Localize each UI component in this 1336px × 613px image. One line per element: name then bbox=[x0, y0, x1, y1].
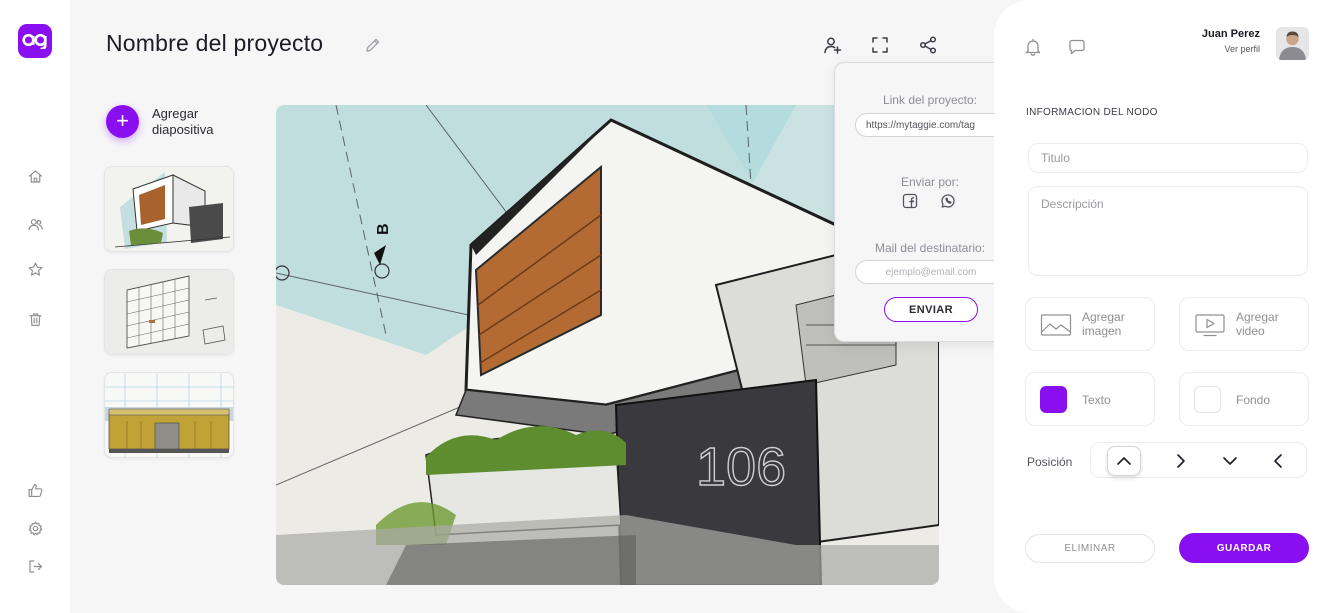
add-image-button[interactable]: Agregar imagen bbox=[1025, 297, 1155, 351]
add-user-icon[interactable] bbox=[820, 33, 844, 57]
left-sidebar bbox=[0, 0, 70, 613]
avatar[interactable] bbox=[1276, 27, 1309, 60]
home-icon[interactable] bbox=[25, 166, 45, 186]
gear-icon[interactable] bbox=[25, 518, 45, 538]
chat-icon[interactable] bbox=[1067, 37, 1089, 59]
fullscreen-icon[interactable] bbox=[868, 33, 892, 57]
node-description-field[interactable] bbox=[1028, 186, 1308, 276]
share-icon[interactable] bbox=[916, 33, 940, 57]
text-color-picker[interactable]: Texto bbox=[1025, 372, 1155, 426]
slide-thumbnail-1[interactable] bbox=[104, 166, 234, 252]
whatsapp-icon[interactable] bbox=[939, 192, 957, 210]
position-left-button[interactable] bbox=[1261, 446, 1295, 476]
logout-icon[interactable] bbox=[25, 556, 45, 576]
text-color-label: Texto bbox=[1082, 393, 1111, 407]
position-label: Posición bbox=[1027, 455, 1073, 469]
bell-icon[interactable] bbox=[1023, 37, 1045, 59]
save-button[interactable]: GUARDAR bbox=[1179, 533, 1309, 563]
send-button[interactable]: ENVIAR bbox=[884, 297, 978, 322]
thumbs-up-icon[interactable] bbox=[25, 480, 45, 500]
chevron-left-icon bbox=[1274, 454, 1282, 468]
position-right-button[interactable] bbox=[1164, 446, 1198, 476]
background-color-swatch bbox=[1194, 386, 1221, 413]
delete-button[interactable]: ELIMINAR bbox=[1025, 534, 1155, 563]
slide-thumbnail-3[interactable] bbox=[104, 372, 234, 458]
page-title: Nombre del proyecto bbox=[106, 30, 324, 56]
trash-icon[interactable] bbox=[25, 309, 45, 329]
background-color-label: Fondo bbox=[1236, 393, 1271, 407]
node-info-title: INFORMACION DEL NODO bbox=[1026, 107, 1158, 118]
chevron-up-icon bbox=[1117, 457, 1131, 465]
add-video-button[interactable]: Agregar video bbox=[1179, 297, 1309, 351]
facebook-icon[interactable] bbox=[901, 192, 919, 210]
app-logo[interactable] bbox=[18, 24, 52, 58]
node-title-field[interactable] bbox=[1028, 143, 1308, 173]
view-profile-link[interactable]: Ver perfil bbox=[1170, 44, 1260, 54]
edit-title-icon[interactable] bbox=[364, 36, 382, 54]
slide-thumbnail-2[interactable] bbox=[104, 269, 234, 355]
users-icon[interactable] bbox=[25, 214, 45, 234]
user-name: Juan Perez bbox=[1201, 28, 1260, 40]
chevron-down-icon bbox=[1223, 457, 1237, 465]
svg-text:106: 106 bbox=[696, 437, 786, 497]
video-icon bbox=[1194, 312, 1226, 338]
add-slide-button[interactable]: + bbox=[106, 105, 139, 138]
recipient-email-field[interactable] bbox=[855, 260, 1007, 284]
text-color-swatch bbox=[1040, 386, 1067, 413]
add-slide-label[interactable]: Agregar diapositiva bbox=[152, 106, 252, 138]
background-color-picker[interactable]: Fondo bbox=[1179, 372, 1309, 426]
image-icon bbox=[1040, 312, 1072, 338]
svg-text:B: B bbox=[375, 223, 392, 235]
project-link-field[interactable] bbox=[855, 113, 1007, 137]
chevron-right-icon bbox=[1177, 454, 1185, 468]
add-video-label: Agregar video bbox=[1236, 310, 1279, 338]
position-down-button[interactable] bbox=[1213, 446, 1247, 476]
position-selector bbox=[1090, 442, 1307, 478]
add-image-label: Agregar imagen bbox=[1082, 310, 1125, 338]
position-up-button[interactable] bbox=[1107, 446, 1141, 476]
star-icon[interactable] bbox=[25, 259, 45, 279]
